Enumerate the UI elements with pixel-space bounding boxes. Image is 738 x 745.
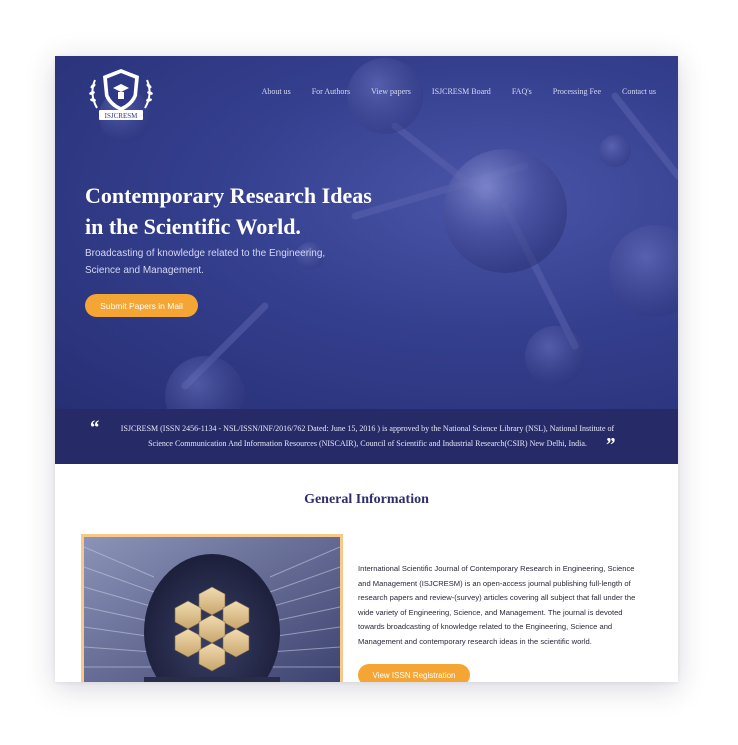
nav-item-board[interactable]: ISJCRESM Board: [432, 87, 491, 96]
quote-line-2: Science Communication And Information Re…: [148, 439, 587, 448]
hero-banner: ISJCRESM About us For Authors View paper…: [55, 56, 678, 409]
info-line-1: International Scientific Journal of Cont…: [358, 564, 635, 573]
info-line-2: and Management (ISJCRESM) is an open-acc…: [358, 578, 631, 588]
hero-title: Contemporary Research Ideas in the Scien…: [85, 180, 425, 242]
hero-title-line-1: Contemporary Research Ideas: [85, 183, 372, 208]
section-title-general-information: General Information: [304, 492, 429, 507]
hero-subtitle-line-1: Broadcasting of knowledge related to the…: [85, 248, 326, 259]
telescope-mirror-photo: [81, 534, 343, 682]
nav-item-for-authors[interactable]: For Authors: [312, 87, 350, 96]
submit-papers-button[interactable]: Submit Papers in Mail: [85, 294, 198, 317]
nav-item-faqs[interactable]: FAQ's: [512, 87, 532, 96]
close-quote-icon: ”: [605, 434, 615, 456]
hero-subtitle: Broadcasting of knowledge related to the…: [85, 245, 345, 279]
quote-line-1: ISJCRESM (ISSN 2456-1134 - NSL/ISSN/INF/…: [120, 424, 615, 433]
approval-quote-text: ISJCRESM (ISSN 2456-1134 - NSL/ISSN/INF/…: [105, 421, 630, 451]
general-information-text: International Scientific Journal of Cont…: [358, 562, 640, 649]
nav-item-view-papers[interactable]: View papers: [371, 87, 411, 96]
info-line-4: wide variety of Engineering, Science, an…: [358, 607, 623, 617]
view-issn-registration-button[interactable]: View ISSN Registration: [358, 664, 470, 682]
approval-quote-band: “ ISJCRESM (ISSN 2456-1134 - NSL/ISSN/IN…: [55, 409, 678, 464]
shield-wreath-icon: ISJCRESM: [89, 69, 153, 120]
nav-item-contact-us[interactable]: Contact us: [622, 87, 656, 96]
site-logo[interactable]: ISJCRESM: [85, 66, 157, 122]
svg-text:ISJCRESM: ISJCRESM: [105, 112, 138, 120]
nav-item-processing-fee[interactable]: Processing Fee: [553, 87, 601, 96]
main-nav: About us For Authors View papers ISJCRES…: [241, 87, 656, 96]
nav-item-about-us[interactable]: About us: [262, 87, 291, 96]
info-line-5: towards broadcasting of knowledge relate…: [358, 622, 613, 631]
info-line-3: research papers and review-(survey) arti…: [358, 593, 636, 602]
info-line-6: Management and contemporary research ide…: [358, 636, 592, 646]
open-quote-icon: “: [89, 417, 99, 439]
page-card: ISJCRESM About us For Authors View paper…: [55, 56, 678, 682]
telescope-mirror-image: [84, 537, 340, 682]
hero-title-line-2: in the Scientific World.: [85, 214, 301, 239]
hero-subtitle-line-2: Science and Management.: [85, 265, 204, 276]
